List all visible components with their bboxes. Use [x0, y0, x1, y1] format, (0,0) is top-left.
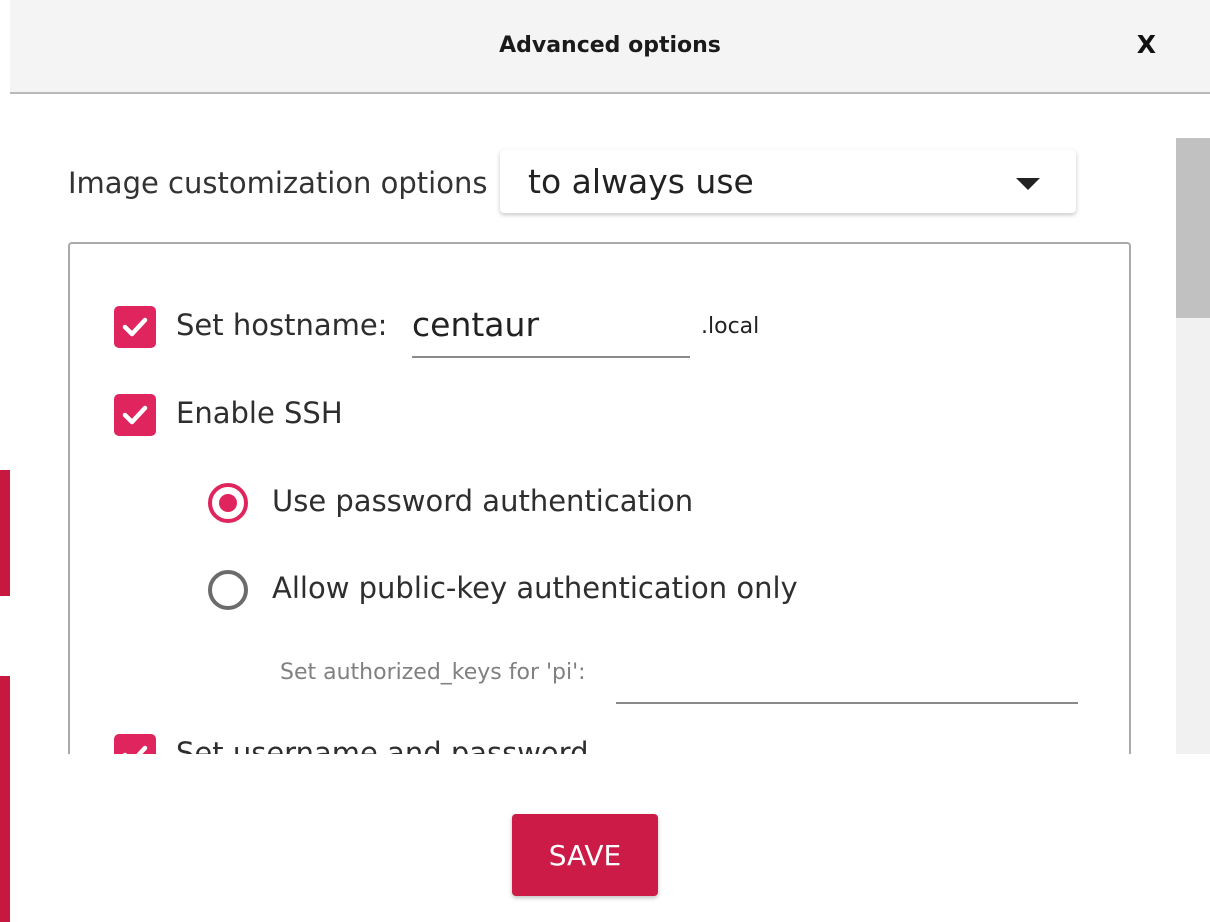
- background-accent-bar: [0, 470, 10, 596]
- ssh-label: Enable SSH: [176, 396, 343, 430]
- pubkey-auth-label: Allow public-key authentication only: [272, 571, 798, 605]
- hostname-checkbox[interactable]: [114, 306, 156, 348]
- title-bar: Advanced options X: [10, 0, 1210, 94]
- caret-down-icon: [1016, 178, 1040, 190]
- scrollbar-thumb[interactable]: [1176, 138, 1210, 318]
- authorized-keys-input[interactable]: [616, 654, 1078, 704]
- password-auth-label: Use password authentication: [272, 484, 694, 518]
- checkmark-icon: [122, 745, 148, 754]
- customization-options-label: Image customization options: [68, 166, 488, 200]
- options-panel: Set hostname: .local Enable SSH Use pass…: [68, 242, 1131, 754]
- checkmark-icon: [122, 405, 148, 425]
- username-password-label: Set username and password: [176, 736, 589, 754]
- dialog-title: Advanced options: [499, 33, 721, 58]
- advanced-options-dialog: Advanced options X Image customization o…: [0, 0, 1210, 922]
- pubkey-auth-radio[interactable]: [208, 570, 248, 610]
- dropdown-selected-value: to always use: [528, 162, 754, 201]
- hostname-label: Set hostname:: [176, 308, 388, 342]
- ssh-checkbox[interactable]: [114, 394, 156, 436]
- background-accent-bar: [0, 676, 10, 922]
- authorized-keys-label: Set authorized_keys for 'pi':: [280, 660, 586, 685]
- hostname-input[interactable]: [412, 292, 690, 358]
- save-button[interactable]: SAVE: [512, 814, 658, 896]
- hostname-suffix: .local: [701, 314, 760, 339]
- password-auth-radio[interactable]: [208, 483, 248, 523]
- customization-options-dropdown[interactable]: to always use: [500, 150, 1076, 213]
- close-button[interactable]: X: [1137, 30, 1156, 59]
- checkmark-icon: [122, 317, 148, 337]
- username-password-checkbox[interactable]: [114, 734, 156, 754]
